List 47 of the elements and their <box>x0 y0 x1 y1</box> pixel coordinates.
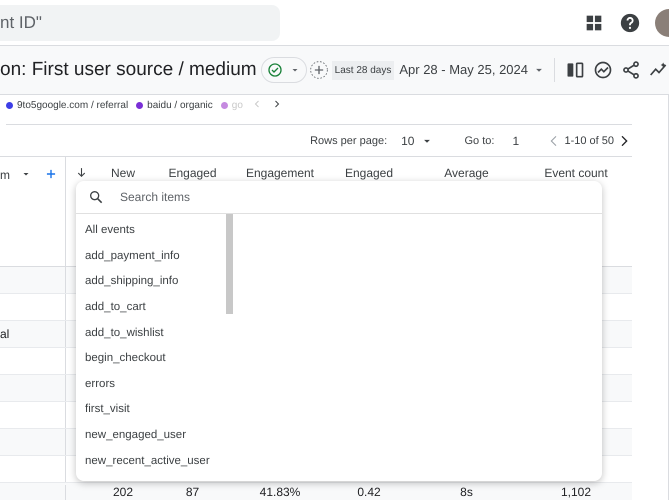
report-title: on: First user source / medium <box>0 58 257 82</box>
event-option[interactable]: first_visit <box>76 397 226 423</box>
column-header[interactable]: Engaged <box>344 166 394 180</box>
event-option[interactable]: add_payment_info <box>76 244 226 270</box>
help-icon[interactable] <box>619 12 641 34</box>
event-option[interactable]: add_to_cart <box>76 294 226 320</box>
date-preset-label: Last 28 days <box>332 60 394 80</box>
event-option[interactable]: All events <box>76 218 226 244</box>
table-cell: 1,102 <box>560 485 592 499</box>
column-header[interactable]: m <box>0 166 10 184</box>
go-to-field[interactable]: 1 <box>512 132 540 150</box>
event-option[interactable]: new_recent_active_user <box>76 448 226 474</box>
page-range: 1-10 of 50 <box>564 134 614 149</box>
event-option[interactable]: new_engaged_user <box>76 422 226 448</box>
compare-icon[interactable] <box>565 60 585 80</box>
event-option[interactable]: add_to_wishlist <box>76 320 226 346</box>
rows-per-page-select[interactable]: 10 <box>401 132 434 150</box>
table-cell: 87 <box>186 485 200 499</box>
event-option[interactable]: add_shipping_info <box>76 269 226 295</box>
table-cell: 0.42 <box>357 485 381 499</box>
legend-label: 9to5google.com / referral <box>17 99 128 113</box>
search-icon[interactable] <box>88 189 104 205</box>
check-circle-icon[interactable] <box>266 62 283 78</box>
scrollbar-thumb[interactable] <box>226 214 233 314</box>
insights-icon[interactable] <box>593 60 613 80</box>
add-icon[interactable] <box>44 167 58 181</box>
share-icon[interactable] <box>621 60 641 80</box>
status-chip[interactable] <box>260 57 307 83</box>
column-header[interactable]: New <box>110 166 135 180</box>
rows-per-page-label: Rows per page: <box>310 134 388 149</box>
add-icon[interactable] <box>308 60 329 80</box>
search-field[interactable]: nt ID" <box>0 4 280 40</box>
table-cell: 202 <box>112 485 134 499</box>
search-items-field[interactable]: Search items <box>120 188 590 206</box>
legend-label: baidu / organic <box>147 99 213 113</box>
table-cell: 41.83% <box>260 485 300 499</box>
table-cell: 8s <box>460 485 473 499</box>
event-option[interactable]: errors <box>76 372 226 398</box>
table-cell-text: al <box>0 326 10 343</box>
avatar[interactable] <box>655 8 669 36</box>
go-to-label: Go to: <box>464 134 494 149</box>
column-header[interactable]: Average <box>444 166 489 180</box>
date-range[interactable]: Apr 28 - May 25, 2024 <box>399 60 528 80</box>
column-header[interactable]: Engagement <box>246 166 314 180</box>
event-option[interactable]: begin_checkout <box>76 346 226 372</box>
column-header[interactable]: Event count <box>544 166 608 180</box>
column-header[interactable]: Engaged <box>168 166 217 180</box>
